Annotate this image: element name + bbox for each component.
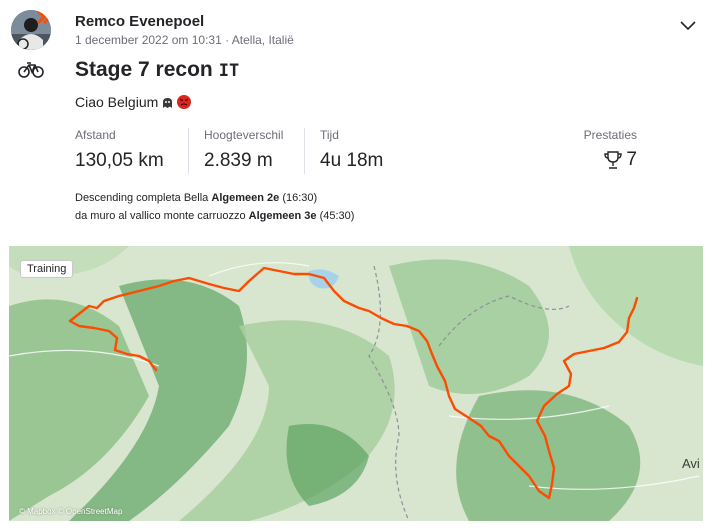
achievements-count: 7 bbox=[626, 149, 637, 170]
stat-label: Afstand bbox=[75, 128, 116, 142]
subscriber-badge-icon bbox=[36, 10, 51, 25]
stat-value: 2.839 m bbox=[204, 150, 273, 171]
description-text: Ciao Belgium bbox=[75, 94, 159, 110]
stat-time: Tijd 4u 18m bbox=[320, 128, 383, 172]
stat-divider bbox=[188, 128, 189, 174]
stat-distance: Afstand 130,05 km bbox=[75, 128, 164, 172]
activity-title-text: Stage 7 recon bbox=[75, 58, 213, 81]
route-map[interactable]: Training Avi © Mapbox © OpenStreetMap bbox=[9, 246, 703, 521]
map-attribution[interactable]: © Mapbox © OpenStreetMap bbox=[19, 507, 122, 516]
athlete-name[interactable]: Remco Evenepoel bbox=[75, 13, 204, 30]
activity-title[interactable]: Stage 7 recon IT bbox=[75, 58, 239, 82]
map-terrain bbox=[9, 246, 703, 521]
segment-effort[interactable]: da muro al vallico monte carruozzo Algem… bbox=[75, 207, 354, 225]
ghost-emoji-icon bbox=[163, 97, 173, 108]
segment-rank: Algemeen 2e bbox=[211, 192, 280, 204]
segment-time: (16:30) bbox=[282, 192, 318, 204]
stat-value: 130,05 km bbox=[75, 150, 164, 171]
map-tag: Training bbox=[20, 260, 74, 278]
segment-rank: Algemeen 3e bbox=[248, 210, 317, 222]
title-badge: IT bbox=[218, 61, 240, 81]
segment-efforts: Descending completa Bella Algemeen 2e (1… bbox=[75, 189, 354, 225]
angry-face-emoji-icon bbox=[177, 95, 192, 109]
activity-date-location: 1 december 2022 om 10:31 · Atella, Itali… bbox=[75, 33, 294, 47]
segment-time: (45:30) bbox=[319, 210, 355, 222]
stat-value: 4u 18m bbox=[320, 150, 384, 171]
stat-label: Hoogteverschil bbox=[204, 128, 284, 142]
segment-effort[interactable]: Descending completa Bella Algemeen 2e (1… bbox=[75, 189, 354, 207]
chevron-down-icon[interactable] bbox=[678, 18, 698, 34]
trophy-icon bbox=[604, 151, 623, 169]
segment-name: Descending completa Bella bbox=[75, 192, 209, 204]
avatar[interactable] bbox=[11, 10, 51, 50]
bike-icon bbox=[18, 62, 44, 78]
stat-label: Tijd bbox=[320, 128, 339, 142]
stat-divider bbox=[304, 128, 305, 174]
activity-description: Ciao Belgium bbox=[75, 94, 192, 110]
achievements-label: Prestaties bbox=[583, 128, 637, 142]
stat-elevation: Hoogteverschil 2.839 m bbox=[204, 128, 283, 172]
achievements[interactable]: Prestaties 7 bbox=[584, 128, 637, 171]
map-city-label: Avi bbox=[682, 456, 700, 471]
segment-name: da muro al vallico monte carruozzo bbox=[75, 210, 246, 222]
